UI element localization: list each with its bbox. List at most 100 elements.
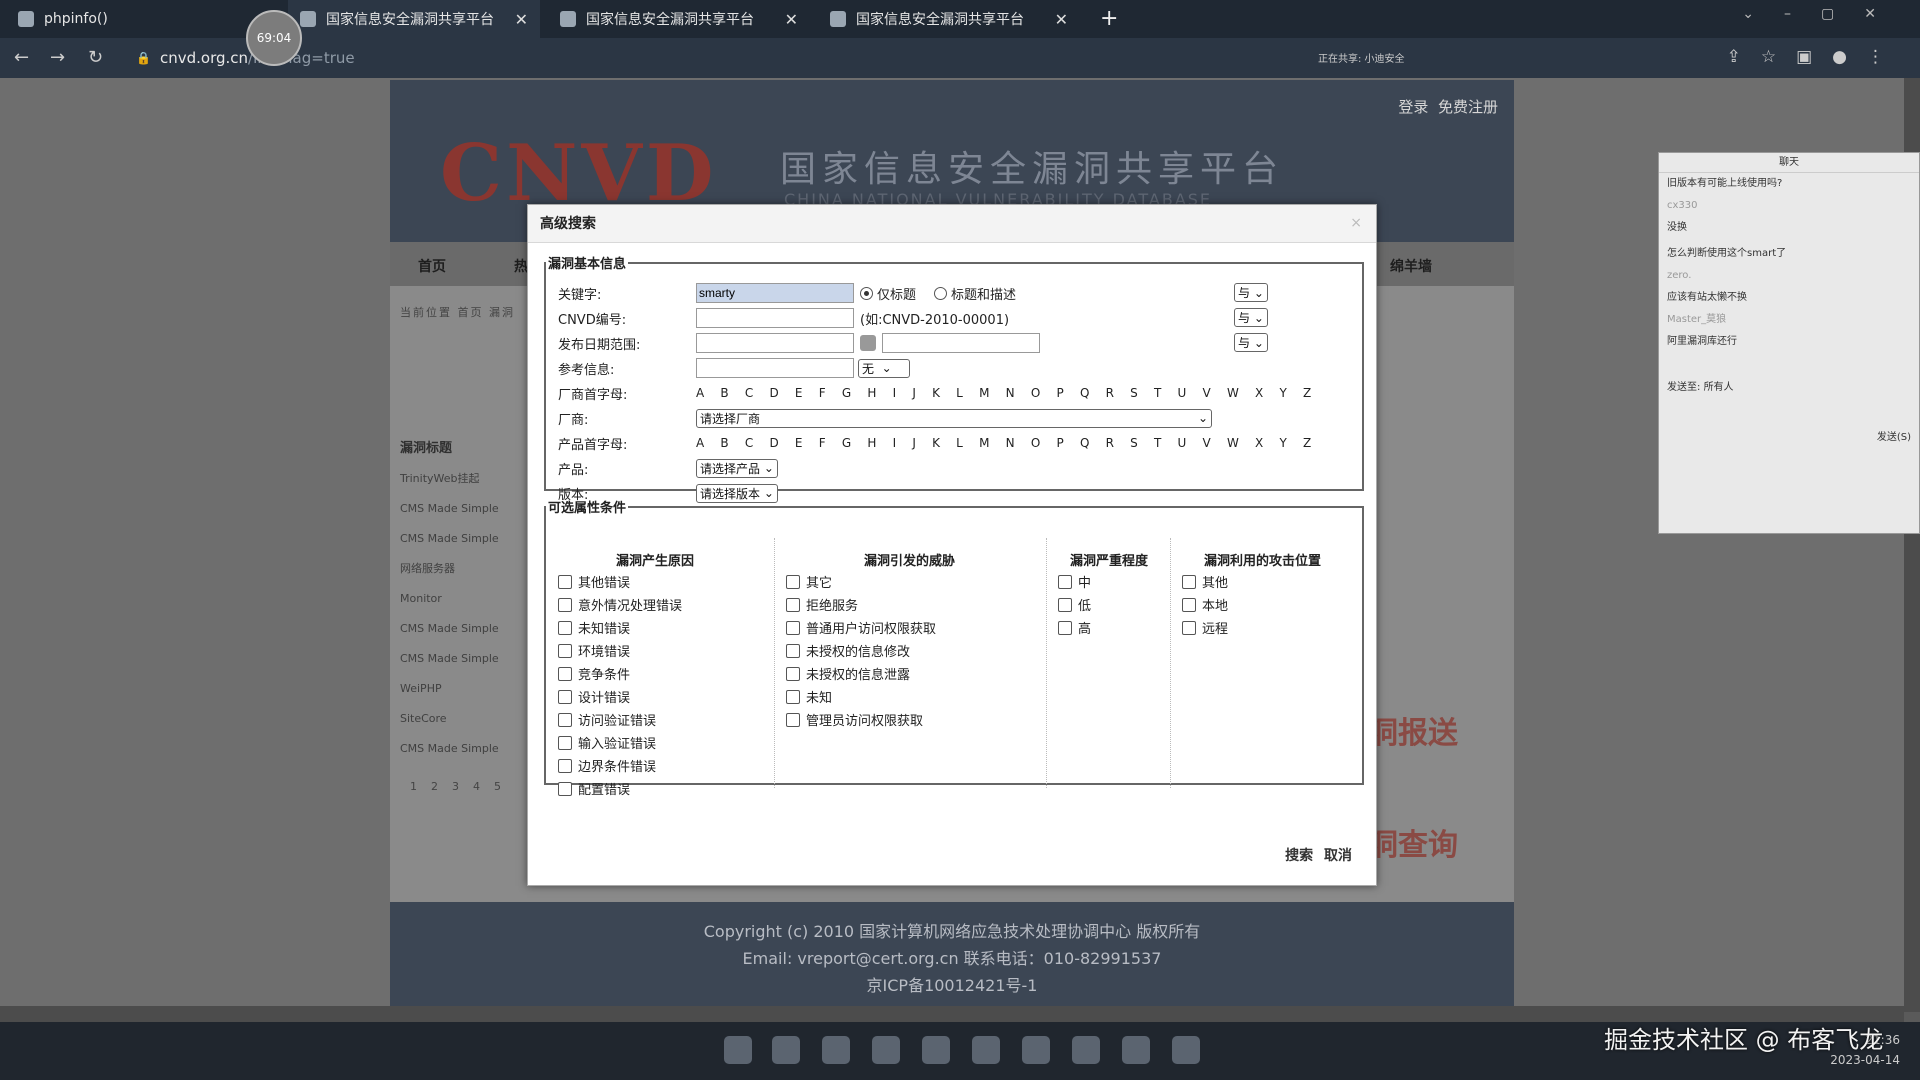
cause-option[interactable]: 其他错误 [558,572,630,591]
threat-option[interactable]: 拒绝服务 [786,595,858,614]
checkbox[interactable] [1058,597,1072,612]
tab-cnvd-3[interactable]: 国家信息安全漏洞共享平台 ✕ [826,0,1080,38]
checkbox[interactable] [786,597,800,612]
page-link[interactable]: 1 [410,780,431,793]
keyword-input[interactable] [696,283,854,303]
cause-option[interactable]: 环境错误 [558,641,630,660]
nav-home[interactable]: 首页 [418,256,446,276]
threat-option[interactable]: 未授权的信息修改 [786,641,910,660]
send-to-select[interactable]: 所有人 [1704,382,1734,393]
checkbox[interactable] [786,689,800,704]
list-item[interactable]: CMS Made Simple [400,644,499,674]
checkbox[interactable] [1058,574,1072,589]
logic-select-date[interactable]: 与 ⌄ [1234,333,1268,352]
cause-option[interactable]: 竞争条件 [558,664,630,683]
page-link[interactable]: 4 [473,780,494,793]
window-controls[interactable]: ⌄–▢✕ [1742,6,1906,22]
cause-option[interactable]: 未知错误 [558,618,630,637]
list-item[interactable]: TrinityWeb挂起 [400,464,499,494]
severity-option[interactable]: 低 [1058,595,1091,614]
checkbox[interactable] [558,643,572,658]
cause-option[interactable]: 意外情况处理错误 [558,595,682,614]
close-icon[interactable]: ✕ [785,10,798,29]
logic-select-cnvd[interactable]: 与 ⌄ [1234,308,1268,327]
close-icon[interactable]: ✕ [515,10,528,29]
radio-title-desc[interactable] [934,286,948,300]
cancel-button[interactable]: 取消 [1324,848,1352,864]
list-item[interactable]: WeiPHP [400,674,499,704]
vendor-select[interactable]: 请选择厂商 ⌄ [696,408,1212,428]
powerpoint-icon[interactable] [1122,1036,1150,1064]
report-banner-text[interactable]: 洞报送 [1368,708,1458,752]
list-item[interactable]: CMS Made Simple [400,494,499,524]
checkbox[interactable] [558,689,572,704]
list-item[interactable]: SiteCore [400,704,499,734]
close-icon[interactable]: × [1350,215,1362,231]
position-option[interactable]: 其他 [1182,572,1228,591]
search-button[interactable]: 搜索 [1285,848,1313,864]
forward-icon[interactable]: → [50,47,65,68]
tab-cnvd-2[interactable]: 国家信息安全漏洞共享平台 ✕ [556,0,810,38]
close-icon[interactable]: ✕ [1055,10,1068,29]
checkbox[interactable] [558,597,572,612]
reload-icon[interactable]: ↻ [88,47,103,68]
page-link[interactable]: 5 [494,780,515,793]
date-start-input[interactable] [696,333,854,353]
checkbox[interactable] [558,620,572,635]
app-icon[interactable] [1072,1036,1100,1064]
calendar-icon[interactable] [860,335,876,351]
radio-title-only[interactable] [860,286,873,300]
list-item[interactable]: CMS Made Simple [400,524,499,554]
edge-icon[interactable] [822,1036,850,1064]
chrome-icon[interactable] [872,1036,900,1064]
checkbox[interactable] [558,758,572,773]
reference-input[interactable] [696,358,854,378]
checkbox[interactable] [558,574,572,589]
start-icon[interactable] [724,1036,752,1064]
list-item[interactable]: CMS Made Simple [400,614,499,644]
checkbox[interactable] [1058,620,1072,635]
document-icon[interactable] [1172,1036,1200,1064]
cause-option[interactable]: 配置错误 [558,779,630,798]
new-tab-icon[interactable]: + [1100,6,1118,31]
cnvd-id-input[interactable] [696,308,854,328]
tab-cnvd-1[interactable]: 国家信息安全漏洞共享平台 ✕ [288,0,540,38]
nav-sheep-wall[interactable]: 绵羊墙 [1390,256,1432,276]
checkbox[interactable] [1182,574,1196,589]
file-explorer-icon[interactable] [772,1036,800,1064]
severity-option[interactable]: 中 [1058,572,1091,591]
cause-option[interactable]: 访问验证错误 [558,710,656,729]
threat-option[interactable]: 其它 [786,572,832,591]
list-item[interactable]: 网络服务器 [400,554,499,584]
login-link[interactable]: 登录 [1398,98,1428,116]
checkbox[interactable] [1182,620,1196,635]
list-item[interactable]: Monitor [400,584,499,614]
position-option[interactable]: 本地 [1182,595,1228,614]
nav-hot[interactable]: 热 [514,256,528,276]
checkbox[interactable] [786,712,800,727]
page-link[interactable]: 2 [431,780,452,793]
vendor-letter-links[interactable]: A B C D E F G H I J K L M N O P Q R S T … [696,386,1317,400]
threat-option[interactable]: 未授权的信息泄露 [786,664,910,683]
checkbox[interactable] [786,643,800,658]
threat-option[interactable]: 未知 [786,687,832,706]
cause-option[interactable]: 设计错误 [558,687,630,706]
send-button[interactable]: 发送(S) [1659,427,1919,449]
notes-icon[interactable] [922,1036,950,1064]
product-letter-links[interactable]: A B C D E F G H I J K L M N O P Q R S T … [696,436,1317,450]
toolbar-icons[interactable]: ⇪☆▣●⋮ [1727,47,1904,67]
threat-option[interactable]: 管理员访问权限获取 [786,710,923,729]
back-icon[interactable]: ← [14,47,29,68]
photos-icon[interactable] [972,1036,1000,1064]
logic-select-keyword[interactable]: 与 ⌄ [1234,283,1268,302]
cause-option[interactable]: 边界条件错误 [558,756,656,775]
query-banner-text[interactable]: 洞查询 [1368,820,1458,864]
page-link[interactable]: 3 [452,780,473,793]
checkbox[interactable] [558,735,572,750]
list-item[interactable]: CMS Made Simple [400,734,499,764]
checkbox[interactable] [1182,597,1196,612]
checkbox[interactable] [558,666,572,681]
checkbox[interactable] [786,620,800,635]
register-link[interactable]: 免费注册 [1438,98,1498,116]
date-end-input[interactable] [882,333,1040,353]
